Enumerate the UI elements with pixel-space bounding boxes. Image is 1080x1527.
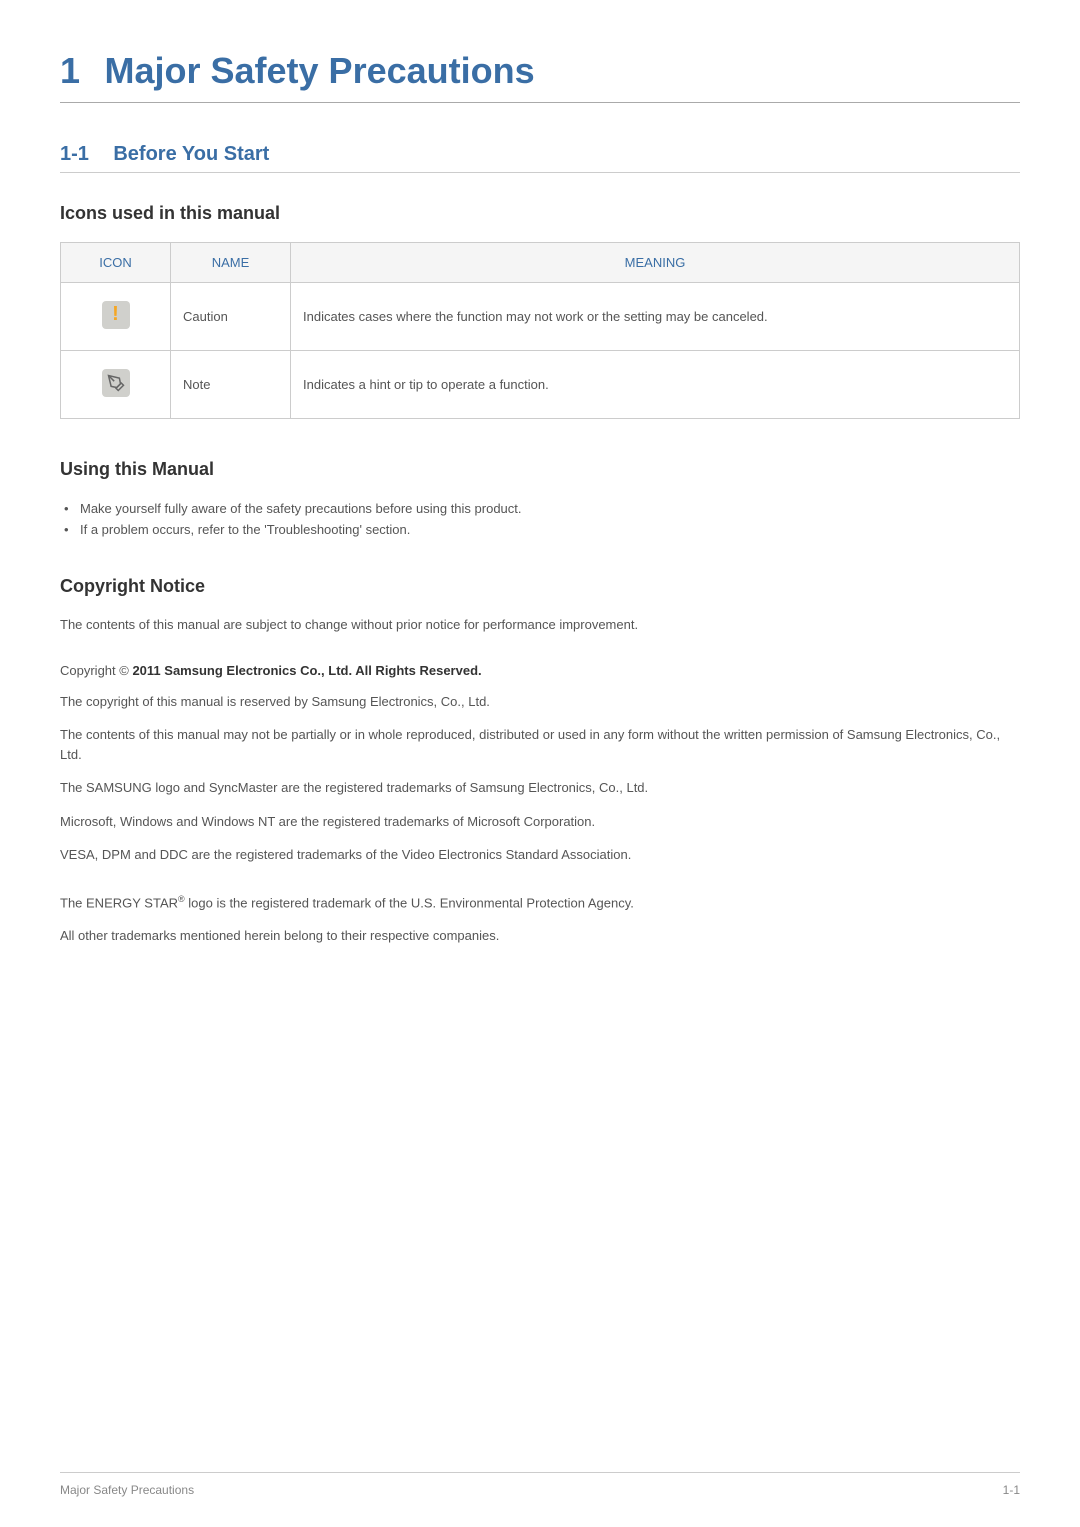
page-footer: Major Safety Precautions 1-1 bbox=[60, 1472, 1020, 1497]
using-manual-section: Using this Manual Make yourself fully aw… bbox=[60, 459, 1020, 540]
energy-star-para: The ENERGY STAR® logo is the registered … bbox=[60, 893, 1020, 913]
name-cell: Caution bbox=[171, 283, 291, 351]
section-number: 1-1 bbox=[60, 143, 89, 165]
section-title: Before You Start bbox=[113, 143, 269, 165]
copyright-para: The contents of this manual may not be p… bbox=[60, 725, 1020, 764]
icons-heading: Icons used in this manual bbox=[60, 203, 1020, 224]
icon-cell bbox=[61, 351, 171, 419]
energy-star-suffix: logo is the registered trademark of the … bbox=[185, 895, 634, 910]
icons-table: ICON NAME MEANING Caution Indicates case… bbox=[60, 242, 1020, 419]
registered-symbol: ® bbox=[178, 894, 185, 904]
table-row: Caution Indicates cases where the functi… bbox=[61, 283, 1020, 351]
copyright-heading: Copyright Notice bbox=[60, 576, 1020, 597]
name-cell: Note bbox=[171, 351, 291, 419]
footer-left: Major Safety Precautions bbox=[60, 1483, 194, 1497]
copyright-para: The SAMSUNG logo and SyncMaster are the … bbox=[60, 778, 1020, 798]
chapter-heading: 1 Major Safety Precautions bbox=[60, 50, 1020, 103]
icon-cell bbox=[61, 283, 171, 351]
icons-section: Icons used in this manual ICON NAME MEAN… bbox=[60, 203, 1020, 419]
chapter-number: 1 bbox=[60, 50, 80, 91]
copyright-para: The copyright of this manual is reserved… bbox=[60, 692, 1020, 712]
copyright-para: VESA, DPM and DDC are the registered tra… bbox=[60, 845, 1020, 865]
list-item: If a problem occurs, refer to the 'Troub… bbox=[60, 519, 1020, 540]
meaning-cell: Indicates cases where the function may n… bbox=[291, 283, 1020, 351]
copyright-prefix: Copyright © bbox=[60, 663, 132, 678]
copyright-intro: The contents of this manual are subject … bbox=[60, 615, 1020, 635]
section-heading: 1-1 Before You Start bbox=[60, 143, 1020, 173]
trademarks-other: All other trademarks mentioned herein be… bbox=[60, 926, 1020, 946]
energy-star-prefix: The ENERGY STAR bbox=[60, 895, 178, 910]
using-manual-list: Make yourself fully aware of the safety … bbox=[60, 498, 1020, 540]
copyright-bold: 2011 Samsung Electronics Co., Ltd. All R… bbox=[132, 663, 481, 678]
using-manual-heading: Using this Manual bbox=[60, 459, 1020, 480]
caution-icon bbox=[102, 301, 130, 329]
header-icon: ICON bbox=[61, 243, 171, 283]
note-icon bbox=[102, 369, 130, 397]
header-meaning: MEANING bbox=[291, 243, 1020, 283]
meaning-cell: Indicates a hint or tip to operate a fun… bbox=[291, 351, 1020, 419]
table-header-row: ICON NAME MEANING bbox=[61, 243, 1020, 283]
chapter-title: Major Safety Precautions bbox=[104, 50, 534, 91]
copyright-section: Copyright Notice The contents of this ma… bbox=[60, 576, 1020, 946]
list-item: Make yourself fully aware of the safety … bbox=[60, 498, 1020, 519]
table-row: Note Indicates a hint or tip to operate … bbox=[61, 351, 1020, 419]
footer-right: 1-1 bbox=[1003, 1483, 1020, 1497]
copyright-para: Microsoft, Windows and Windows NT are th… bbox=[60, 812, 1020, 832]
copyright-line: Copyright © 2011 Samsung Electronics Co.… bbox=[60, 663, 1020, 678]
header-name: NAME bbox=[171, 243, 291, 283]
